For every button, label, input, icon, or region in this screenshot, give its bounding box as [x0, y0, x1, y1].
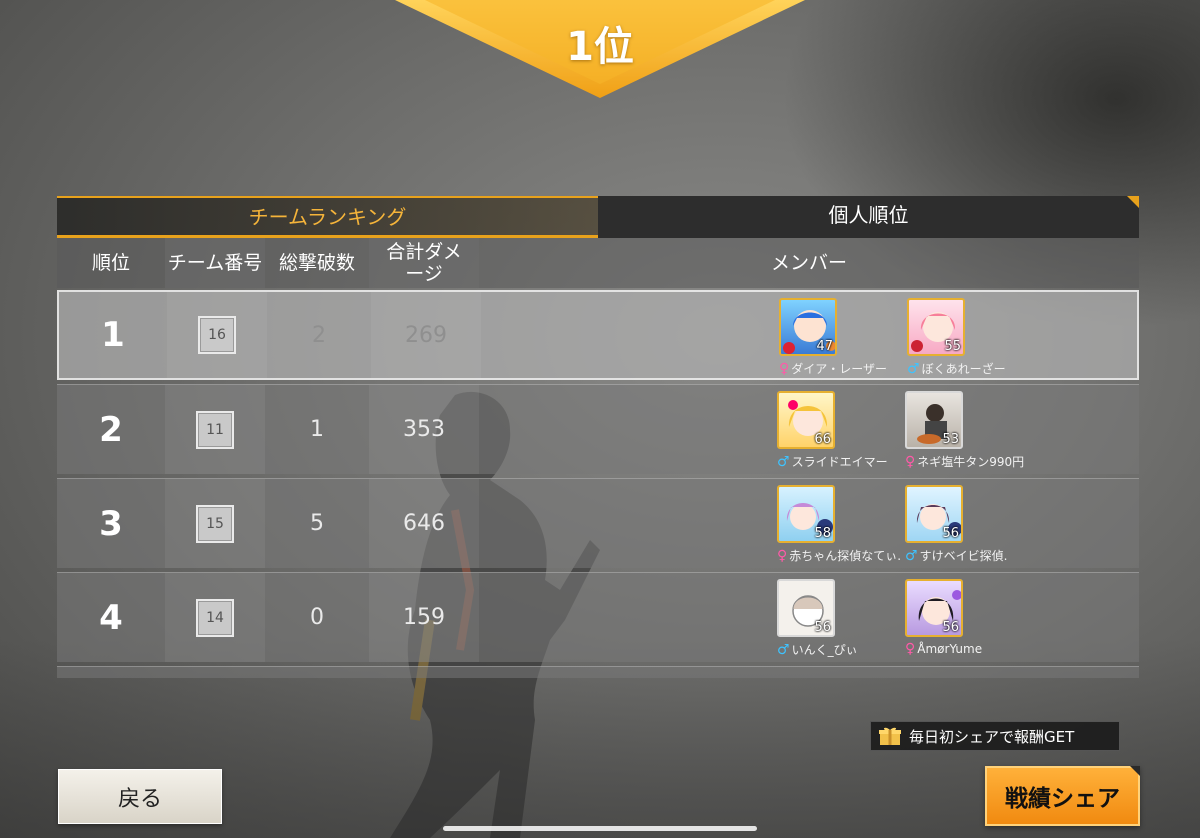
row-damage: 353 — [403, 417, 445, 442]
row-kills: 1 — [310, 417, 324, 442]
back-button[interactable]: 戻る — [58, 769, 222, 824]
team-number-badge: 16 — [198, 316, 236, 354]
female-icon: ♀ — [905, 641, 916, 657]
member-card[interactable]: 58 ♀ 赤ちゃん探偵なてぃ. — [777, 485, 907, 567]
avatar-level: 55 — [944, 339, 961, 354]
member-name-row: ♀ ネギ塩牛タン990円 — [905, 453, 1045, 470]
row-rank: 2 — [99, 409, 123, 450]
avatar: 53 — [905, 391, 963, 449]
reward-tag-label: 毎日初シェアで報酬GET — [909, 727, 1075, 746]
member-name-row: ♀ ダイア・レーザー — [779, 360, 919, 377]
male-icon: ♂ — [907, 361, 920, 377]
row-rank: 1 — [101, 315, 125, 355]
table-row: 4 14 0 159 56 ♂ いんく_ぴぃ 56 ♀ ÅmørYume — [57, 572, 1139, 662]
header-damage-line1: 合計ダメ — [386, 241, 462, 263]
member-name-row: ♀ 赤ちゃん探偵なてぃ. — [777, 547, 917, 564]
avatar-level: 56 — [942, 620, 959, 635]
member-card[interactable]: 55 ♂ ぼくあれーざー — [907, 298, 1037, 380]
row-damage: 646 — [403, 511, 445, 536]
member-name-row: ♂ いんく_ぴぃ — [777, 641, 917, 658]
male-icon: ♂ — [777, 642, 790, 658]
header-rank: 順位 — [91, 252, 130, 274]
avatar: 56 — [905, 579, 963, 637]
member-name: ぼくあれーざー — [921, 362, 1006, 376]
ranking-tabs: チームランキング 個人順位 — [57, 196, 1139, 238]
member-card[interactable]: 56 ♂ いんく_ぴぃ — [777, 579, 907, 661]
ranking-list[interactable]: 1 16 2 269 47 ♀ ダイア・レーザー 55 ♂ ぼくあれーざー 2 11… — [57, 290, 1139, 678]
team-number-badge: 11 — [196, 410, 234, 449]
row-kills: 0 — [310, 605, 324, 630]
avatar: 47 — [779, 298, 837, 356]
table-row: 2 11 1 353 66 ♂ スライドエイマー 53 ♀ ネギ塩牛タン990円 — [57, 384, 1139, 474]
row-kills: 2 — [312, 322, 326, 348]
avatar-level: 47 — [816, 339, 833, 354]
header-damage: 合計ダメ ージ — [369, 238, 479, 288]
header-members: メンバー — [770, 252, 847, 274]
member-name: 赤ちゃん探偵なてぃ. — [789, 549, 902, 563]
member-card[interactable]: 53 ♀ ネギ塩牛タン990円 — [905, 391, 1035, 473]
avatar: 56 — [777, 579, 835, 637]
row-rank: 3 — [99, 503, 123, 544]
table-row: 1 16 2 269 47 ♀ ダイア・レーザー 55 ♂ ぼくあれーざー — [57, 290, 1139, 380]
table-row-partial — [57, 666, 1139, 678]
member-name-row: ♀ ÅmørYume — [905, 641, 1045, 657]
header-damage-line2: ージ — [405, 263, 443, 285]
female-icon: ♀ — [779, 361, 790, 377]
member-name: スライドエイマー — [791, 455, 888, 469]
avatar-level: 56 — [942, 526, 959, 541]
rank-title: 1位 — [566, 24, 634, 70]
home-indicator[interactable] — [443, 826, 757, 831]
table-row: 3 15 5 646 58 ♀ 赤ちゃん探偵なてぃ. 56 ♂ すけベイビ探偵. — [57, 478, 1139, 568]
share-results-button[interactable]: 戦績シェア — [985, 766, 1140, 826]
member-name: ネギ塩牛タン990円 — [917, 455, 1025, 469]
member-name: すけベイビ探偵. — [919, 549, 1008, 563]
member-name: ÅmørYume — [917, 642, 983, 656]
member-card[interactable]: 66 ♂ スライドエイマー — [777, 391, 907, 473]
table-header: 順位 チーム番号 総撃破数 合計ダメ ージ メンバー — [57, 238, 1139, 288]
avatar-level: 58 — [814, 526, 831, 541]
member-name-row: ♂ スライドエイマー — [777, 453, 917, 470]
avatar-level: 56 — [814, 620, 831, 635]
male-icon: ♂ — [905, 548, 918, 564]
avatar-level: 53 — [942, 432, 959, 447]
daily-share-reward-tag: 毎日初シェアで報酬GET — [870, 721, 1120, 751]
member-name: いんく_ぴぃ — [791, 643, 858, 657]
member-card[interactable]: 56 ♂ すけベイビ探偵. — [905, 485, 1035, 567]
row-damage: 159 — [403, 605, 445, 630]
avatar: 66 — [777, 391, 835, 449]
gift-icon — [879, 727, 901, 745]
avatar: 56 — [905, 485, 963, 543]
avatar: 55 — [907, 298, 965, 356]
female-icon: ♀ — [777, 548, 788, 564]
team-number-badge: 15 — [196, 504, 234, 543]
row-damage: 269 — [405, 322, 447, 348]
male-icon: ♂ — [777, 454, 790, 470]
member-name: ダイア・レーザー — [791, 362, 888, 376]
row-rank: 4 — [99, 597, 123, 638]
tab-team-ranking[interactable]: チームランキング — [57, 196, 598, 238]
member-card[interactable]: 56 ♀ ÅmørYume — [905, 579, 1035, 661]
member-name-row: ♂ ぼくあれーざー — [907, 360, 1047, 377]
avatar-level: 66 — [814, 432, 831, 447]
female-icon: ♀ — [905, 454, 916, 470]
avatar: 58 — [777, 485, 835, 543]
member-card[interactable]: 47 ♀ ダイア・レーザー — [779, 298, 909, 380]
row-kills: 5 — [310, 511, 324, 536]
tab-individual-ranking[interactable]: 個人順位 — [598, 196, 1139, 238]
header-kills: 総撃破数 — [278, 252, 355, 274]
team-number-badge: 14 — [196, 598, 234, 637]
header-team-number: チーム番号 — [165, 238, 265, 288]
member-name-row: ♂ すけベイビ探偵. — [905, 547, 1045, 564]
